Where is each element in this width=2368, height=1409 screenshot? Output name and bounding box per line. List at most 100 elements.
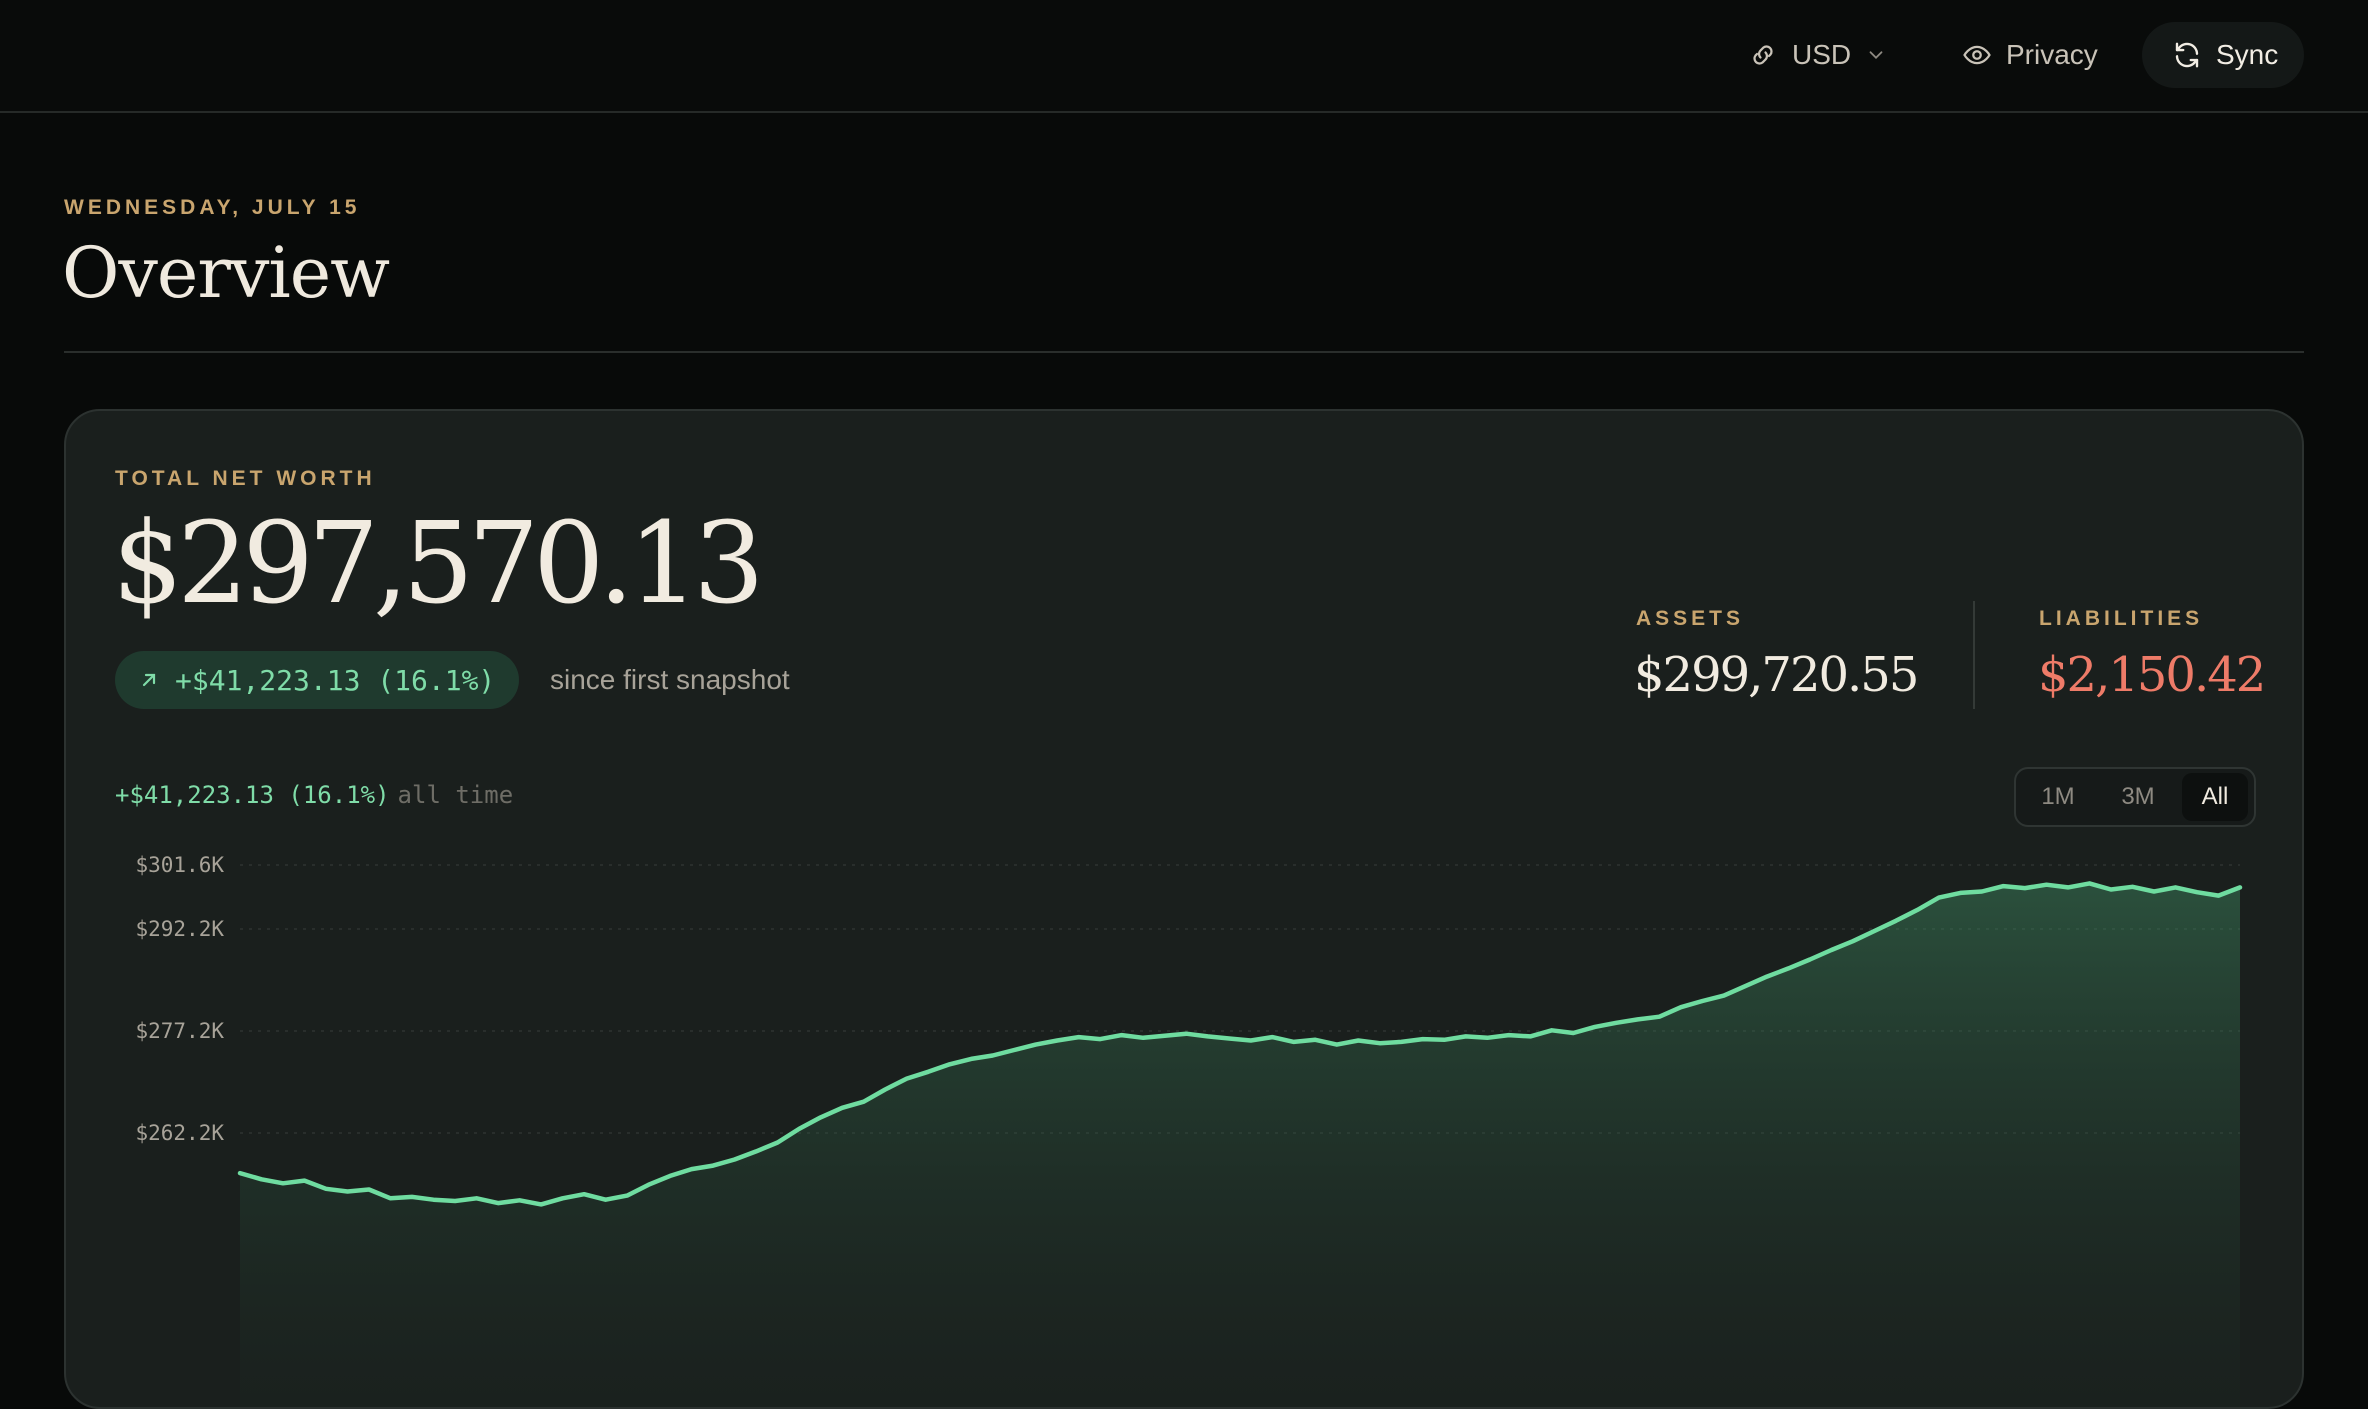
date-label: WEDNESDAY, JULY 15 (64, 196, 361, 219)
liabilities-label: LIABILITIES (2039, 607, 2204, 630)
refresh-icon (2175, 42, 2199, 68)
chart-point (518, 1198, 522, 1202)
chart-point (1786, 966, 1790, 970)
chart-point (733, 1158, 737, 1162)
chart-point (1593, 1025, 1597, 1029)
chart-point (776, 1141, 780, 1145)
privacy-toggle[interactable]: Privacy (1962, 22, 2098, 88)
chart-point (604, 1198, 608, 1202)
chart-point (647, 1183, 651, 1187)
chart-point (1636, 1017, 1640, 1021)
chart-point (324, 1187, 328, 1191)
chart-point (797, 1127, 801, 1131)
chart-point (1657, 1015, 1661, 1019)
chart-point (432, 1198, 436, 1202)
chart-point (410, 1195, 414, 1199)
chart-point (668, 1174, 672, 1178)
net-worth-change-badge: +$41,223.13 (16.1%) (115, 651, 519, 709)
chevron-down-icon (1869, 51, 1883, 60)
net-worth-value: $297,570.13 (112, 499, 765, 629)
liabilities-value: $2,150.42 (2038, 647, 2266, 703)
chart-point (1808, 958, 1812, 962)
chart-point (561, 1196, 565, 1200)
y-tick-label: $277.2K (135, 1019, 224, 1043)
currency-selector[interactable]: USD (1748, 22, 1887, 88)
chart-area (240, 883, 2240, 1407)
chart-point (2088, 881, 2092, 885)
chart-point (2001, 884, 2005, 888)
chart-point (883, 1088, 887, 1092)
chart-point (905, 1077, 909, 1081)
chart-point (1829, 948, 1833, 952)
chart-point (1937, 896, 1941, 900)
chart-point (1055, 1039, 1059, 1043)
chart-point (281, 1181, 285, 1185)
chart-point (303, 1179, 307, 1183)
chart-point (1184, 1032, 1188, 1036)
chart-point (625, 1194, 629, 1198)
eye-icon (1963, 45, 1991, 65)
chart-point (389, 1196, 393, 1200)
net-worth-label: TOTAL NET WORTH (115, 467, 376, 490)
chart-point (1485, 1036, 1489, 1040)
sync-label: Sync (2216, 39, 2279, 70)
arrow-up-right-icon (142, 673, 156, 687)
chart-point (582, 1192, 586, 1196)
chart-point (711, 1164, 715, 1168)
chart-point (1399, 1040, 1403, 1044)
assets-label: ASSETS (1636, 607, 1745, 630)
chart-period-label: all time (397, 781, 514, 809)
chart-point (1958, 891, 1962, 895)
chart-summary: +$41,223.13 (16.1%) all time (115, 781, 513, 809)
chart-point (496, 1201, 500, 1205)
chart-point (2045, 883, 2049, 887)
chart-point (1679, 1005, 1683, 1009)
chart-point (1507, 1033, 1511, 1037)
chart-point (1700, 999, 1704, 1003)
chart-point (690, 1167, 694, 1171)
chart-point (2195, 890, 2199, 894)
top-bar: USD Privacy Sync (0, 0, 2368, 113)
chart-point (991, 1054, 995, 1058)
chart-point (1980, 890, 1984, 894)
chart-point (260, 1177, 264, 1181)
chart-point (1464, 1034, 1468, 1038)
net-worth-change-text: +$41,223.13 (16.1%) (175, 663, 496, 697)
sync-button[interactable]: Sync (2142, 22, 2304, 88)
chart-point (754, 1149, 758, 1153)
chart-point (1421, 1037, 1425, 1041)
y-tick-label: $292.2K (135, 917, 224, 941)
chart-point (948, 1062, 952, 1066)
chart-point (453, 1199, 457, 1203)
link-icon (1753, 45, 1773, 65)
chart-point (1335, 1043, 1339, 1047)
range-option-all[interactable]: All (2182, 773, 2248, 821)
chart-point (2109, 888, 2113, 892)
chart-point (926, 1070, 930, 1074)
chart-point (346, 1190, 350, 1194)
chart-point (2023, 886, 2027, 890)
page-title: Overview (62, 232, 390, 314)
y-tick-label: $262.2K (135, 1121, 224, 1145)
chart-point (1356, 1039, 1360, 1043)
chart-point (1206, 1034, 1210, 1038)
range-option-3m[interactable]: 3M (2094, 773, 2182, 821)
chart-point (1313, 1038, 1317, 1042)
chart-point (1743, 984, 1747, 988)
chart-point (1378, 1041, 1382, 1045)
chart-point (1765, 975, 1769, 979)
chart-change-value: +$41,223.13 (16.1%) (115, 781, 390, 809)
chart-point (1872, 929, 1876, 933)
range-option-1m[interactable]: 1M (2022, 773, 2094, 821)
chart-point (1722, 994, 1726, 998)
chart-point (475, 1196, 479, 1200)
chart-point (969, 1057, 973, 1061)
chart-point (367, 1188, 371, 1192)
currency-label: USD (1792, 39, 1852, 70)
chart-point (862, 1100, 866, 1104)
chart-point (1098, 1037, 1102, 1041)
chart-point (2217, 894, 2221, 898)
chart-point (1571, 1031, 1575, 1035)
chart-point (1077, 1035, 1081, 1039)
chart-point (1270, 1035, 1274, 1039)
